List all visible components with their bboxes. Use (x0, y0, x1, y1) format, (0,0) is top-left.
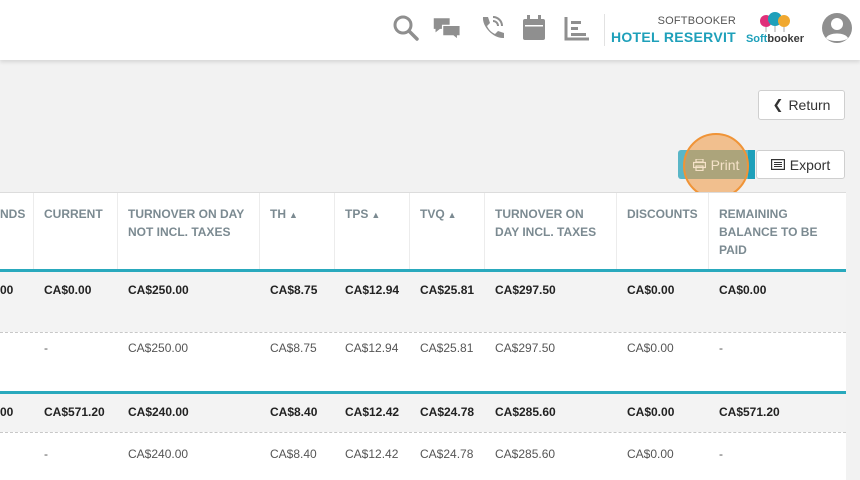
table-cell: CA$0.00 (627, 447, 674, 461)
table-cell: CA$12.42 (345, 405, 400, 419)
table-cell: CA$240.00 (128, 405, 189, 419)
turnover-table: NDS CURRENT TURNOVER ON DAY NOT INCL. TAX… (0, 192, 846, 480)
bar-chart-icon[interactable] (562, 13, 592, 43)
row-divider (0, 432, 846, 433)
header-discounts: DISCOUNTS (627, 207, 698, 221)
list-icon (770, 159, 785, 170)
col-divider (409, 193, 410, 269)
header-th[interactable]: TH ▲︎ (270, 205, 298, 224)
search-icon[interactable] (391, 13, 421, 43)
col-divider (708, 193, 709, 269)
header-turnover-incl: TURNOVER ON DAY INCL. TAXES (495, 207, 597, 239)
header-current: CURRENT (44, 207, 103, 221)
export-label: Export (789, 156, 831, 173)
return-label: Return (788, 97, 831, 113)
table-cell: CA$8.40 (270, 447, 317, 461)
table-cell: CA$285.60 (495, 447, 556, 461)
print-button[interactable] (678, 150, 755, 179)
sort-icon[interactable]: ▲︎ (289, 210, 298, 220)
table-cell: CA$25.81 (420, 283, 475, 297)
table-cell: CA$8.75 (270, 341, 317, 355)
table-cell: - (44, 341, 48, 355)
table-cell: 00 (0, 405, 14, 419)
table-cell: - (44, 447, 48, 461)
export-button[interactable]: Export (756, 150, 845, 179)
table-cell: 00 (0, 283, 14, 297)
summary-row (0, 272, 846, 332)
table-cell: CA$285.60 (495, 405, 556, 419)
top-header: SOFTBOOKER HOTEL RESERVIT Softbooker (0, 0, 860, 60)
user-avatar-icon[interactable] (821, 12, 853, 44)
header-tvq[interactable]: TVQ ▲︎ (420, 205, 457, 224)
col-divider (259, 193, 260, 269)
table-cell: CA$250.00 (128, 341, 189, 355)
return-button[interactable]: ❮ Return (758, 90, 845, 120)
col-divider (117, 193, 118, 269)
table-cell: CA$24.78 (420, 447, 474, 461)
table-cell: CA$240.00 (128, 447, 189, 461)
col-divider (484, 193, 485, 269)
table-cell: CA$12.94 (345, 283, 400, 297)
calendar-icon[interactable] (519, 13, 549, 43)
table-cell: CA$250.00 (128, 283, 189, 297)
table-cell: CA$0.00 (627, 405, 675, 419)
chat-icon[interactable] (432, 13, 462, 43)
table-cell: CA$25.81 (420, 341, 474, 355)
col-divider (334, 193, 335, 269)
table-cell: - (719, 341, 723, 355)
table-cell: - (719, 447, 723, 461)
header-tps[interactable]: TPS ▲︎ (345, 205, 380, 224)
logo-wordmark: Softbooker (745, 33, 805, 45)
table-cell: CA$8.40 (270, 405, 318, 419)
row-divider (0, 332, 846, 333)
phone-icon[interactable] (476, 13, 506, 43)
brand-hotel-name: HOTEL RESERVIT (610, 29, 736, 45)
table-cell: CA$12.42 (345, 447, 399, 461)
table-cell: CA$24.78 (420, 405, 475, 419)
table-cell: CA$0.00 (719, 283, 767, 297)
sort-icon[interactable]: ▲︎ (371, 210, 380, 220)
sort-icon[interactable]: ▲︎ (448, 210, 457, 220)
table-cell: CA$8.75 (270, 283, 318, 297)
print-button-edge (748, 150, 755, 179)
table-cell: CA$297.50 (495, 341, 556, 355)
table-cell: CA$12.94 (345, 341, 399, 355)
table-cell: CA$571.20 (44, 405, 105, 419)
brand-company: SOFTBOOKER (657, 15, 736, 27)
header-funds: NDS (0, 207, 26, 221)
header-turnover-excl: TURNOVER ON DAY NOT INCL. TAXES (128, 207, 245, 239)
table-cell: CA$0.00 (44, 283, 92, 297)
table-cell: CA$0.00 (627, 283, 675, 297)
chevron-left-icon: ❮ (772, 97, 784, 112)
col-divider (616, 193, 617, 269)
table-cell: CA$571.20 (719, 405, 780, 419)
header-divider (604, 14, 605, 46)
header-remaining: REMAINING BALANCE TO BE PAID (719, 207, 818, 257)
table-cell: CA$297.50 (495, 283, 556, 297)
table-cell: CA$0.00 (627, 341, 674, 355)
col-divider (33, 193, 34, 269)
